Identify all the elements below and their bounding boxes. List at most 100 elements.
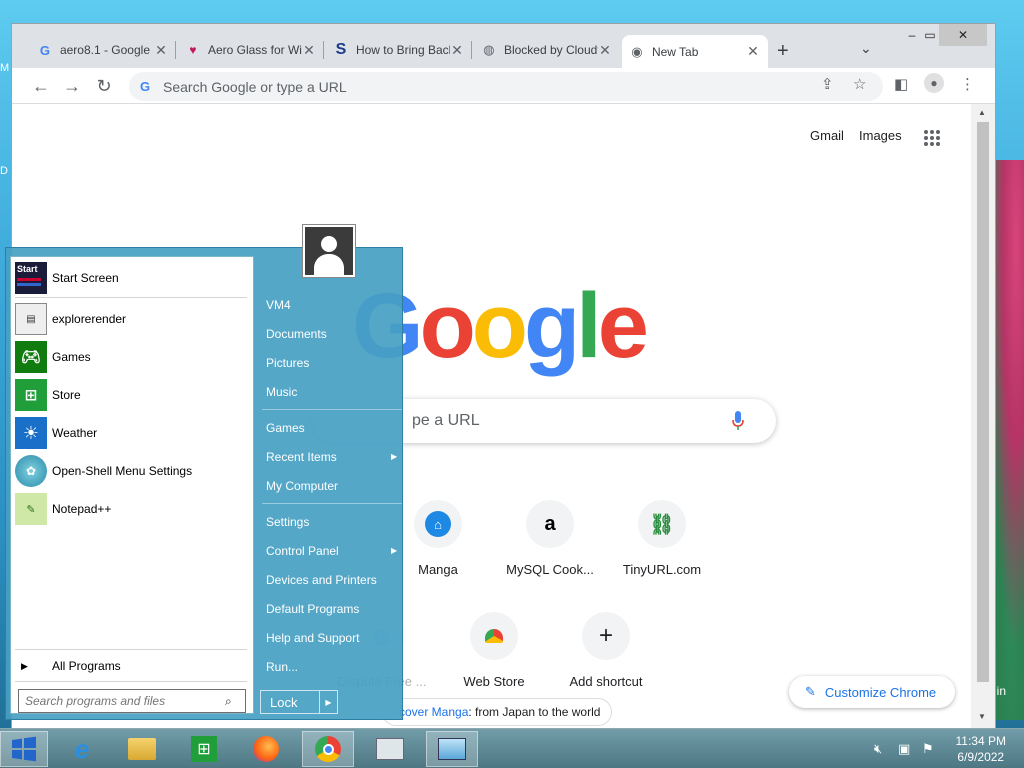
scroll-down-icon[interactable]: ▼ [978, 712, 986, 721]
start-right-help-support[interactable]: Help and Support [266, 631, 359, 645]
start-item-weather[interactable]: ☀ Weather [15, 416, 247, 450]
network-icon[interactable]: ▣ [898, 741, 910, 757]
start-search-input[interactable] [25, 694, 215, 708]
more-menu-icon[interactable]: ⋮ [960, 75, 975, 93]
reload-icon[interactable]: ↻ [93, 75, 115, 97]
start-right-music[interactable]: Music [266, 385, 297, 399]
start-right-games[interactable]: Games [266, 421, 305, 435]
desktop-icon-label: in [996, 684, 1006, 698]
start-right-devices-printers[interactable]: Devices and Printers [266, 573, 377, 587]
star-icon[interactable]: ☆ [853, 75, 866, 93]
start-right-default-programs[interactable]: Default Programs [266, 602, 359, 616]
start-right-recent-items[interactable]: Recent Items [266, 450, 337, 464]
desktop-icon-label: D [0, 165, 8, 177]
monitor-icon [376, 738, 404, 760]
clock-time: 11:34 PM [955, 734, 1006, 748]
tab-label: Blocked by Cloudflare [503, 43, 598, 57]
start-item-start-screen[interactable]: Start Start Screen [15, 261, 247, 295]
taskbar-internet-explorer[interactable]: e [56, 731, 108, 767]
close-icon[interactable]: ✕ [154, 42, 168, 59]
shortcut-tinyurl[interactable]: ⛓ TinyURL.com [606, 500, 718, 577]
tab-aero-glass[interactable]: ♥ Aero Glass for Win8.1 ✕ [178, 35, 324, 65]
doodle-share-link[interactable]: cover Manga: from Japan to the world [382, 698, 612, 726]
google-icon: G [139, 79, 151, 94]
submenu-arrow-icon: ▶ [391, 452, 398, 461]
share-icon[interactable]: ⇪ [821, 75, 834, 93]
shortcut-label: Add shortcut [569, 674, 643, 689]
start-item-store[interactable]: ⊞ Store [15, 378, 247, 412]
start-search-box[interactable]: ⌕ [18, 689, 246, 713]
profile-avatar-icon[interactable]: ● [924, 73, 944, 93]
taskbar: e ⊞ 🔇︎ ▣ ⚑ 11:34 PM 6/9/2022 [0, 728, 1024, 768]
windows-logo-icon [12, 736, 36, 762]
lock-button[interactable]: Lock ▶ [260, 690, 338, 714]
shortcut-mysql[interactable]: a MySQL Cook... [494, 500, 606, 577]
start-right-vm4[interactable]: VM4 [266, 298, 291, 312]
doodle-link-text[interactable]: cover Manga [399, 705, 468, 719]
omnibox-input[interactable] [163, 78, 763, 95]
tab-aero-search[interactable]: G aero8.1 - Google Search ✕ [30, 35, 176, 65]
start-right-pictures[interactable]: Pictures [266, 356, 309, 370]
start-item-notepadpp[interactable]: ✎ Notepad++ [15, 492, 247, 526]
tab-label: New Tab [651, 44, 699, 59]
tab-new-tab[interactable]: ◉ New Tab ✕ [622, 35, 768, 68]
scroll-up-icon[interactable]: ▲ [978, 108, 986, 117]
taskbar-performance-monitor[interactable] [364, 731, 416, 767]
microphone-icon[interactable] [732, 411, 744, 431]
side-panel-icon[interactable]: ◧ [894, 75, 908, 93]
gmail-link[interactable]: Gmail [810, 128, 844, 143]
start-item-openshell[interactable]: ✿ Open-Shell Menu Settings [15, 454, 247, 488]
close-icon[interactable]: ✕ [302, 42, 316, 59]
start-item-label: Weather [52, 426, 98, 440]
start-item-label: Start Screen [52, 271, 119, 285]
start-right-control-panel[interactable]: Control Panel [266, 544, 339, 558]
start-right-my-computer[interactable]: My Computer [266, 479, 338, 493]
taskbar-store[interactable]: ⊞ [178, 731, 230, 767]
start-item-label: Store [52, 388, 81, 402]
chevron-down-icon[interactable]: ⌄ [860, 40, 872, 57]
all-programs-button[interactable]: ▶ All Programs [15, 655, 247, 677]
taskbar-control-panel[interactable] [426, 731, 478, 767]
close-window-icon[interactable]: ✕ [939, 24, 987, 46]
triangle-right-icon[interactable]: ▶ [319, 691, 337, 713]
clock-date: 6/9/2022 [957, 750, 1005, 764]
back-arrow-icon[interactable]: ← [30, 75, 52, 97]
images-link[interactable]: Images [859, 128, 902, 143]
vertical-scrollbar[interactable]: ▲ ▼ [971, 104, 995, 728]
new-tab-plus-icon[interactable]: + [777, 40, 789, 63]
close-icon[interactable]: ✕ [746, 43, 760, 60]
amazon-icon: a [544, 512, 556, 535]
forward-arrow-icon[interactable]: → [61, 75, 83, 97]
start-button[interactable] [0, 731, 48, 767]
taskbar-chrome[interactable] [302, 731, 354, 767]
start-right-documents[interactable]: Documents [266, 327, 327, 341]
shortcut-webstore[interactable]: Web Store [438, 612, 550, 689]
user-avatar[interactable] [302, 224, 356, 278]
close-icon[interactable]: ✕ [450, 42, 464, 59]
taskbar-firefox[interactable] [240, 731, 292, 767]
google-apps-icon[interactable] [924, 130, 940, 146]
flag-icon[interactable]: ⚑ [922, 741, 934, 757]
volume-muted-icon[interactable]: 🔇︎ [874, 741, 882, 757]
close-icon[interactable]: ✕ [598, 42, 612, 59]
chrome-icon [315, 736, 341, 762]
doodle-text: : from Japan to the world [468, 705, 601, 719]
shortcut-add[interactable]: + Add shortcut [550, 612, 662, 689]
tab-blocked[interactable]: ◍ Blocked by Cloudflare ✕ [474, 35, 620, 65]
taskbar-file-explorer[interactable] [116, 731, 168, 767]
system-clock[interactable]: 11:34 PM 6/9/2022 [956, 733, 1006, 765]
start-right-run[interactable]: Run... [266, 660, 298, 674]
customize-chrome-button[interactable]: ✎ Customize Chrome [789, 676, 955, 708]
start-item-explorerender[interactable]: ▤ explorerender [15, 302, 247, 336]
scrollbar-thumb[interactable] [977, 122, 989, 682]
lock-label: Lock [270, 694, 298, 710]
start-right-settings[interactable]: Settings [266, 515, 309, 529]
start-item-label: Notepad++ [52, 502, 112, 516]
start-item-games[interactable]: 🎮︎ Games [15, 340, 247, 374]
chrome-icon: ◉ [631, 43, 643, 59]
link-icon: ⛓ [649, 513, 675, 536]
tab-bring-back-aero[interactable]: S How to Bring Back Aero ✕ [326, 35, 472, 65]
start-item-label: Games [52, 350, 91, 364]
address-bar[interactable]: G [129, 72, 883, 101]
explorer-icon: ▤ [15, 303, 47, 335]
